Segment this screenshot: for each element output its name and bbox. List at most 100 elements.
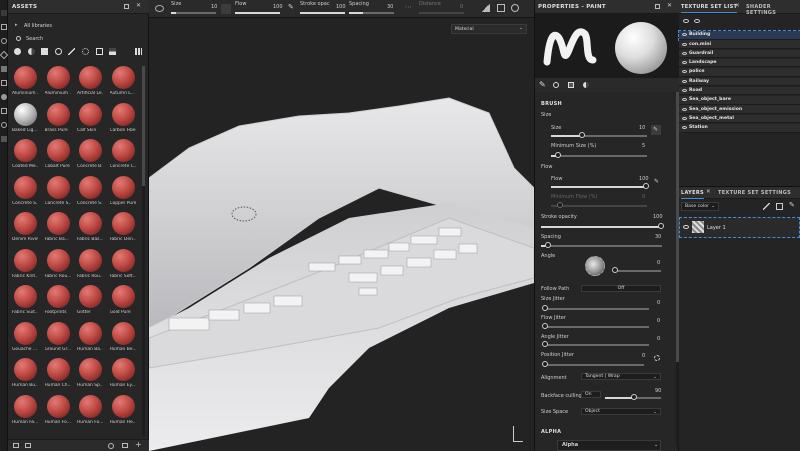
all-filter-icon[interactable] (14, 48, 21, 55)
toolbar-flow-value[interactable]: 100 (273, 4, 283, 10)
size-space-dropdown[interactable]: Object ⌄ (581, 408, 661, 415)
search-input[interactable]: Search (26, 36, 43, 42)
texture-set-item[interactable]: Road (679, 86, 800, 96)
viewport-settings-icon[interactable] (511, 4, 519, 12)
properties-close-icon[interactable]: ✕ (667, 2, 672, 9)
asset-thumbnail[interactable]: Human Fa... (11, 389, 42, 425)
channel-dropdown[interactable]: Base color ⌄ (681, 202, 719, 211)
angle-slider[interactable] (615, 270, 661, 272)
close-icon[interactable]: ✕ (136, 2, 141, 9)
layer-row[interactable]: Layer 1 (679, 217, 800, 238)
eye-icon[interactable] (682, 33, 687, 37)
brush-tab-icon[interactable]: ✎ (539, 80, 546, 89)
asset-thumbnail[interactable]: Concrete C... (109, 133, 140, 169)
texture-set-item[interactable]: Sea_object_bare (679, 96, 800, 105)
measure-tool-icon[interactable] (1, 122, 7, 128)
flow-pressure-icon[interactable]: ✎ (654, 178, 659, 185)
clone-tool-icon[interactable] (1, 80, 7, 86)
size-jitter-handle[interactable] (542, 305, 548, 311)
smart-material-filter-icon[interactable] (55, 48, 62, 55)
maximize-icon[interactable] (124, 4, 129, 9)
bake-tool-icon[interactable] (1, 136, 7, 142)
asset-thumbnail[interactable]: Calf Skin (76, 97, 107, 133)
asset-thumbnail[interactable]: Concrete S... (44, 170, 75, 206)
flow-jitter-value[interactable]: 0 (657, 318, 660, 324)
camera-icon[interactable] (497, 4, 505, 12)
pen-pressure-icon[interactable] (221, 4, 231, 14)
stroke-opacity-value[interactable]: 100 (653, 214, 663, 220)
add-mask-icon[interactable] (776, 203, 783, 210)
texture-set-item[interactable]: Sea_object_emission (679, 105, 800, 114)
geometry-tool-icon[interactable] (0, 50, 9, 60)
backface-toggle[interactable]: On (581, 391, 601, 398)
eye-icon[interactable] (682, 61, 687, 65)
toolbar-distance-value[interactable]: 0 (460, 4, 463, 10)
symmetry-icon[interactable] (155, 5, 164, 12)
backface-angle-value[interactable]: 90 (655, 388, 661, 394)
texture-filter-icon[interactable] (41, 48, 48, 55)
stroke-opacity-handle[interactable] (658, 223, 664, 229)
eye-icon[interactable] (682, 42, 687, 46)
sync-icon[interactable] (108, 443, 114, 449)
min-flow-slider[interactable] (551, 205, 647, 207)
picker-tool-icon[interactable] (1, 94, 7, 100)
alpha-dropdown-icon[interactable]: ⌄ (654, 442, 658, 448)
add-paint-layer-icon[interactable]: ✎ (789, 201, 795, 209)
tab-shader-settings[interactable]: SHADER SETTINGS (746, 4, 800, 16)
angle-dial[interactable] (585, 256, 605, 276)
scrollbar[interactable] (142, 66, 145, 436)
texture-set-item[interactable]: con.mini (679, 40, 800, 49)
flow-slider-handle[interactable] (643, 183, 649, 189)
alpha-selector[interactable]: Alpha ⌄ (557, 440, 661, 451)
asset-thumbnail[interactable]: Fabric Knit... (11, 243, 42, 279)
eraser-tool-icon[interactable] (1, 24, 7, 30)
asset-thumbnail[interactable]: Denim Rivet (11, 206, 42, 242)
asset-thumbnail[interactable]: Aluminium ... (44, 60, 75, 96)
angle-jitter-slider[interactable] (544, 344, 649, 346)
asset-thumbnail[interactable]: Fabric Soft... (109, 243, 140, 279)
eye-icon[interactable] (682, 51, 687, 55)
texture-set-item[interactable]: Railway (679, 77, 800, 86)
environment-icon[interactable] (481, 4, 490, 12)
import-icon[interactable] (13, 443, 19, 448)
asset-thumbnail[interactable]: Human Be... (109, 316, 140, 352)
toolbar-spacing-value[interactable]: 30 (387, 4, 393, 10)
library-selector[interactable]: All libraries (24, 23, 52, 29)
asset-thumbnail[interactable]: Gold Pure (109, 279, 140, 315)
asset-thumbnail[interactable]: Human Ba... (76, 316, 107, 352)
window-icon[interactable] (122, 443, 128, 448)
toolbar-size-value[interactable]: 10 (211, 4, 217, 10)
tab-layers[interactable]: LAYERS (681, 190, 704, 199)
backface-angle-handle[interactable] (631, 394, 637, 400)
asset-thumbnail[interactable]: Human Fo... (44, 389, 75, 425)
add-effect-icon[interactable] (763, 203, 770, 210)
asset-thumbnail[interactable]: Concrete S... (11, 170, 42, 206)
solo-toggle-icon[interactable] (694, 19, 700, 23)
size-jitter-slider[interactable] (544, 308, 649, 310)
asset-thumbnail[interactable]: Fabric Rou... (76, 243, 107, 279)
texture-set-item[interactable]: police (679, 68, 800, 77)
tab-texture-set-settings[interactable]: TEXTURE SET SETTINGS (718, 190, 791, 196)
min-size-handle[interactable] (555, 152, 561, 158)
position-jitter-value[interactable]: 0 (642, 353, 645, 359)
particle-filter-icon[interactable] (82, 48, 89, 55)
asset-thumbnail[interactable]: Human Fo... (76, 389, 107, 425)
asset-thumbnail[interactable]: Fabric Ba... (44, 206, 75, 242)
eye-icon[interactable] (682, 107, 687, 111)
asset-thumbnail[interactable]: Concrete B... (76, 133, 107, 169)
asset-thumbnail[interactable]: Fabric Rou... (44, 243, 75, 279)
viewport[interactable]: Material ⌄ (149, 18, 534, 451)
angle-handle[interactable] (612, 267, 618, 273)
spacing-slider[interactable] (541, 245, 662, 247)
alpha-tab-icon[interactable] (568, 82, 574, 88)
asset-thumbnail[interactable]: Artificial Le... (76, 60, 107, 96)
eye-icon[interactable] (682, 126, 687, 130)
asset-thumbnail[interactable]: Coated Me... (11, 133, 42, 169)
min-flow-value[interactable]: 0 (642, 194, 645, 200)
angle-jitter-value[interactable]: 0 (657, 336, 660, 342)
asset-thumbnail[interactable]: Human Bu... (11, 352, 42, 388)
spacing-handle[interactable] (545, 242, 551, 248)
asset-thumbnail[interactable]: Gouache ... (11, 316, 42, 352)
material-filter-icon[interactable] (28, 48, 35, 55)
min-size-value[interactable]: 5 (642, 143, 645, 149)
